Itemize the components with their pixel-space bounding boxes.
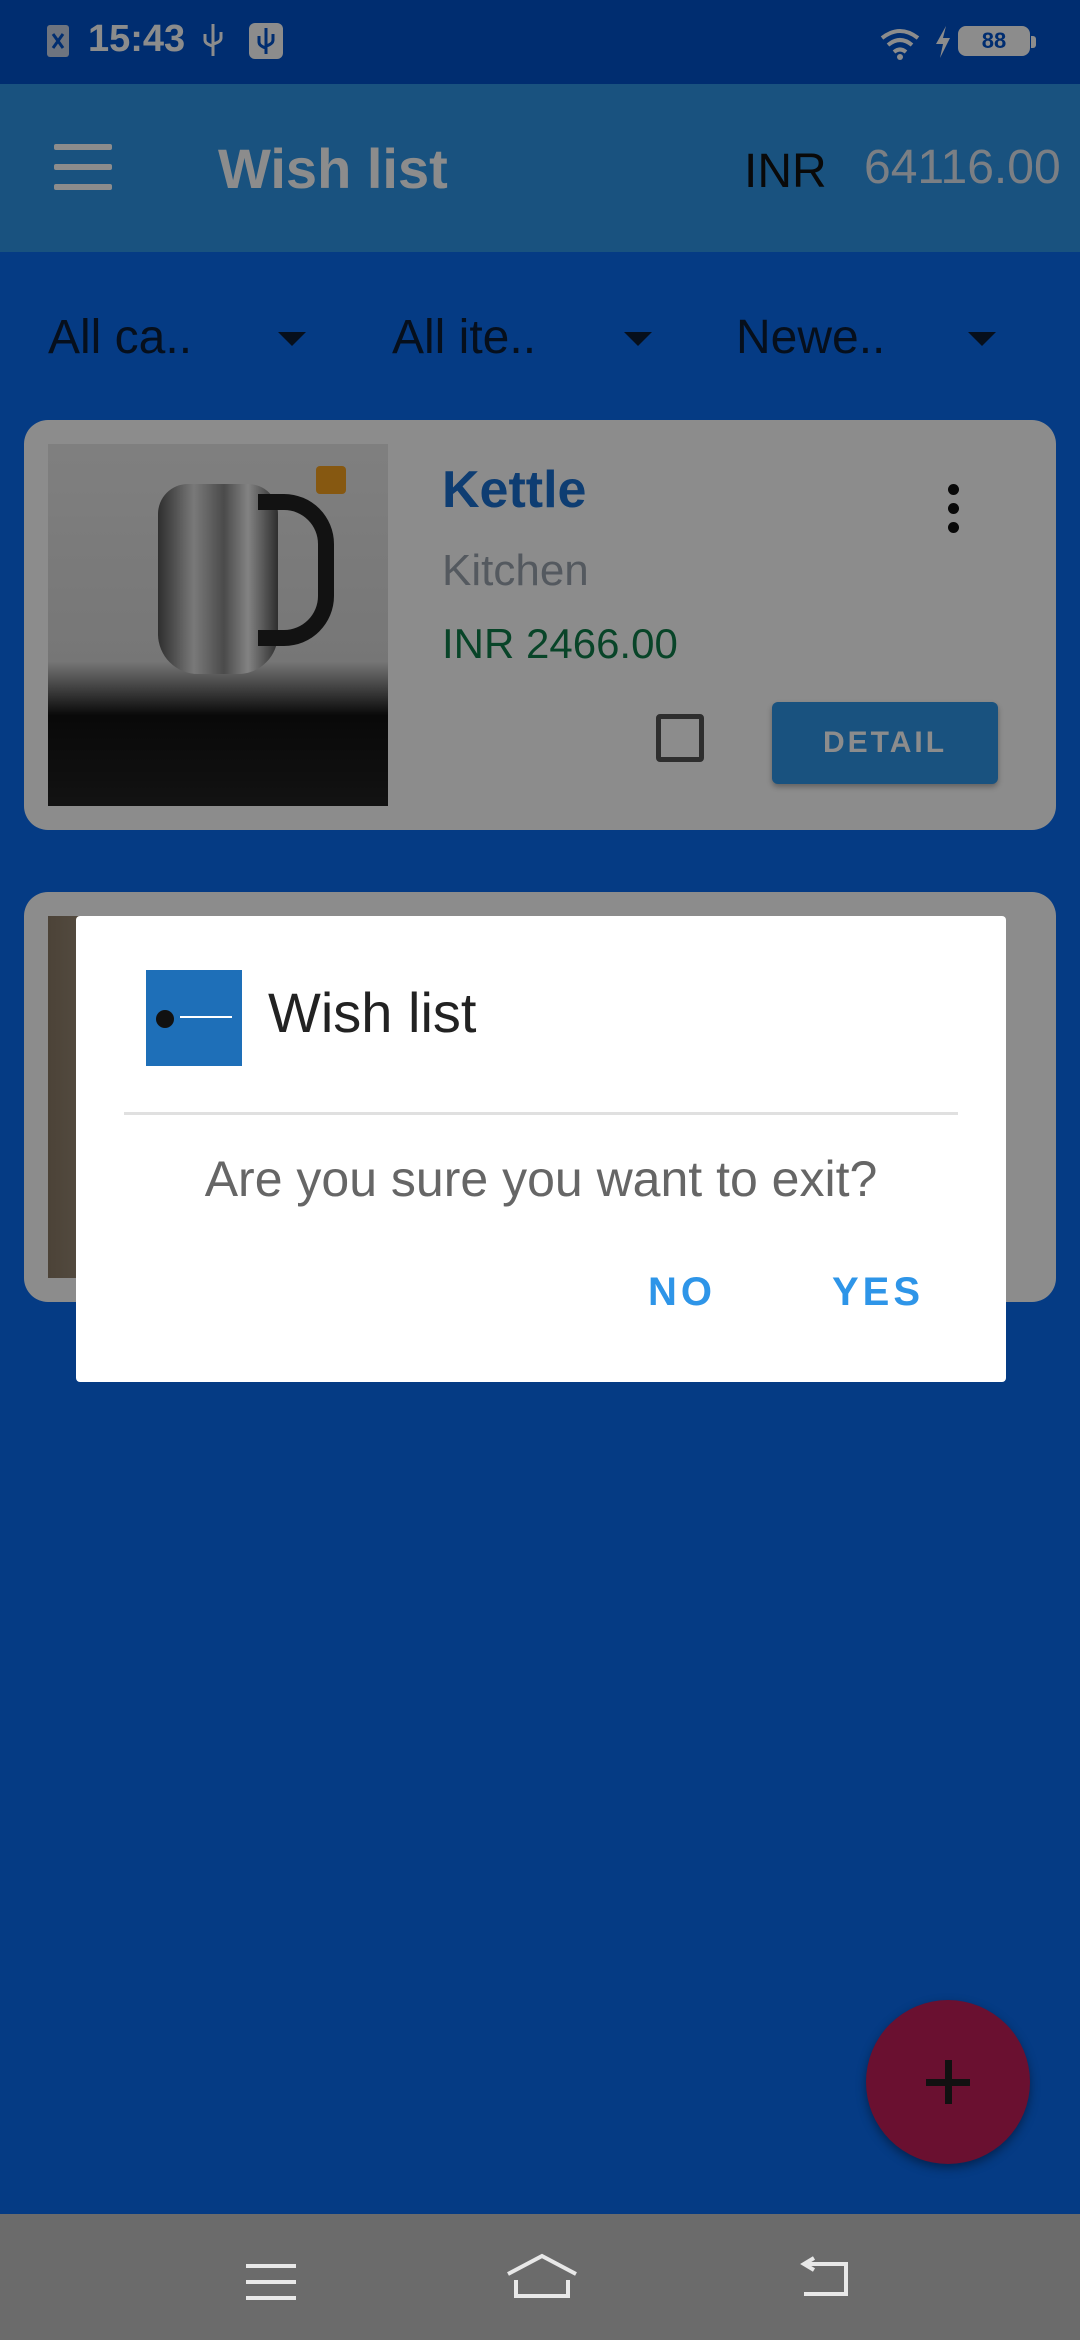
dialog-message: Are you sure you want to exit? [204, 1151, 878, 1207]
dialog-title: Wish list [268, 981, 477, 1044]
back-icon[interactable] [796, 2256, 852, 2300]
add-item-button[interactable] [866, 2000, 1030, 2164]
divider [124, 1112, 958, 1115]
no-button[interactable]: NO [648, 1270, 716, 1315]
home-icon[interactable] [504, 2252, 580, 2302]
system-nav-bar [0, 2214, 1080, 2340]
yes-button[interactable]: YES [832, 1270, 924, 1315]
recent-apps-icon[interactable] [246, 2264, 296, 2312]
exit-dialog: Wish list Are you sure you want to exit?… [76, 916, 1006, 1382]
app-logo [146, 970, 242, 1066]
